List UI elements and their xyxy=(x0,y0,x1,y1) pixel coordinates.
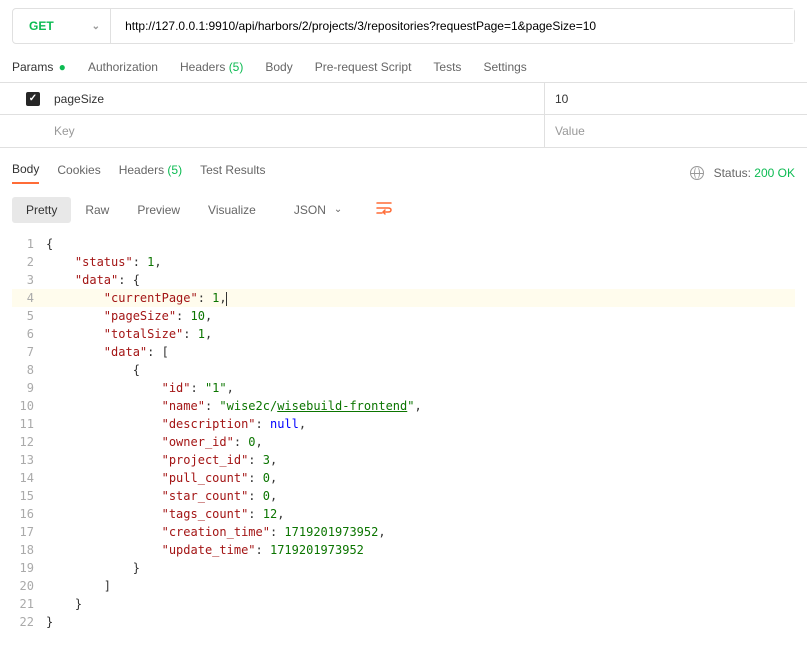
resp-tab-headers[interactable]: Headers (5) xyxy=(119,163,182,183)
chevron-down-icon: ⌄ xyxy=(334,204,342,215)
request-tabs: Params ● Authorization Headers (5) Body … xyxy=(0,52,807,82)
status-text: Status: 200 OK xyxy=(714,166,795,180)
method-value: GET xyxy=(29,19,54,33)
response-tabs: Body Cookies Headers (5) Test Results St… xyxy=(0,148,807,190)
resp-tab-testresults[interactable]: Test Results xyxy=(200,163,265,183)
view-preview-button[interactable]: Preview xyxy=(123,197,194,223)
format-select[interactable]: JSON ⌄ xyxy=(282,198,354,222)
tab-prescript[interactable]: Pre-request Script xyxy=(315,58,412,76)
view-pretty-button[interactable]: Pretty xyxy=(12,197,71,223)
response-body[interactable]: 1{2 "status": 1,3 "data": {4 "currentPag… xyxy=(0,229,807,637)
param-key-cell[interactable]: pageSize xyxy=(44,92,544,106)
params-table: ✓ pageSize 10 Key Value xyxy=(0,82,807,148)
method-select[interactable]: GET ⌄ xyxy=(13,9,111,43)
tab-authorization[interactable]: Authorization xyxy=(88,58,158,76)
chevron-down-icon: ⌄ xyxy=(92,21,100,32)
view-raw-button[interactable]: Raw xyxy=(71,197,123,223)
line-wrap-button[interactable] xyxy=(366,196,402,223)
resp-tab-cookies[interactable]: Cookies xyxy=(57,163,100,183)
wrap-icon xyxy=(376,201,392,215)
param-key-placeholder[interactable]: Key xyxy=(44,124,544,138)
tab-settings[interactable]: Settings xyxy=(483,58,526,76)
url-input[interactable] xyxy=(111,9,794,43)
param-value-cell[interactable]: 10 xyxy=(544,83,807,114)
tab-body[interactable]: Body xyxy=(265,58,292,76)
tab-params[interactable]: Params ● xyxy=(12,58,66,76)
request-bar: GET ⌄ xyxy=(12,8,795,44)
table-row: ✓ pageSize 10 xyxy=(0,83,807,115)
params-dot: ● xyxy=(55,60,66,74)
globe-icon[interactable] xyxy=(690,166,704,180)
param-checkbox[interactable]: ✓ xyxy=(26,92,40,106)
param-value-placeholder[interactable]: Value xyxy=(544,115,807,147)
resp-tab-body[interactable]: Body xyxy=(12,162,39,184)
view-buttons: Pretty Raw Preview Visualize xyxy=(12,197,270,223)
view-visualize-button[interactable]: Visualize xyxy=(194,197,270,223)
table-row: Key Value xyxy=(0,115,807,147)
response-toolbar: Pretty Raw Preview Visualize JSON ⌄ xyxy=(0,190,807,229)
tab-headers[interactable]: Headers (5) xyxy=(180,58,243,76)
tab-tests[interactable]: Tests xyxy=(433,58,461,76)
